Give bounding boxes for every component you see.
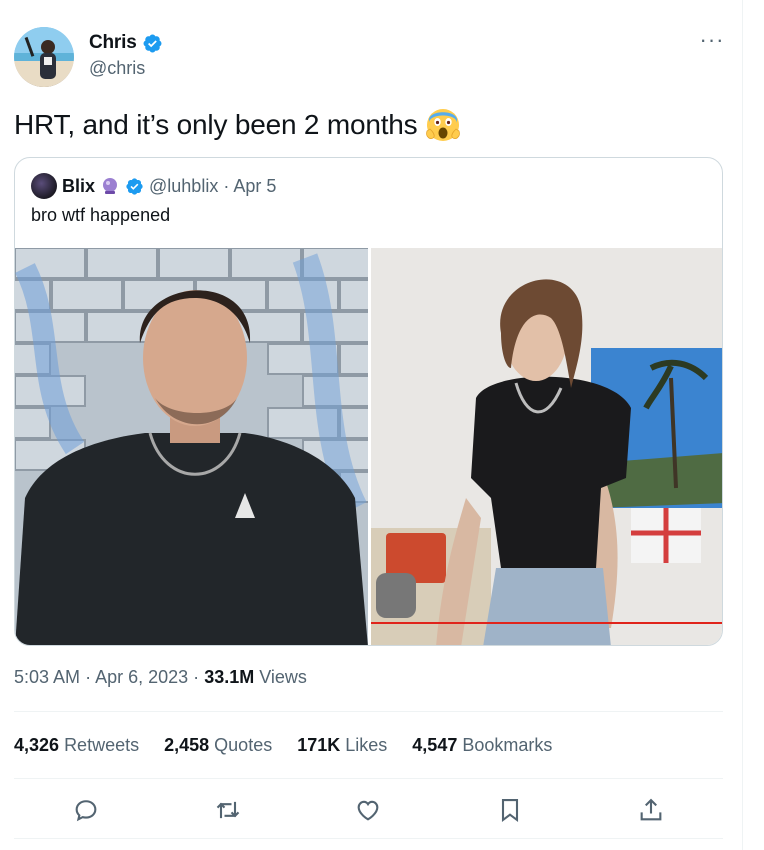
like-icon[interactable] <box>354 796 382 824</box>
views-label: Views <box>259 667 307 687</box>
divider-top <box>14 711 723 712</box>
quoted-handle: @luhblix <box>149 175 219 196</box>
retweet-icon[interactable] <box>214 796 242 824</box>
quoted-avatar <box>31 173 57 199</box>
crystal-ball-icon <box>103 178 118 194</box>
divider-bottom <box>14 838 723 839</box>
quoted-verified-badge-icon <box>126 177 143 195</box>
quoted-photo-right[interactable] <box>371 248 722 645</box>
action-bar <box>14 788 723 832</box>
divider-middle <box>14 778 723 779</box>
quoted-date: · Apr 5 <box>223 175 277 196</box>
quoted-tweet-card[interactable]: Blix @luhblix · Apr 5 bro wtf happened <box>14 157 723 646</box>
more-options-icon[interactable]: ··· <box>699 29 725 54</box>
stat-bookmarks[interactable]: 4,547 Bookmarks <box>412 735 552 756</box>
tweet-date[interactable]: Apr 6, 2023 <box>95 667 188 687</box>
stat-likes[interactable]: 171K Likes <box>297 735 387 756</box>
bookmark-icon[interactable] <box>496 796 524 824</box>
column-border <box>742 0 743 850</box>
author-handle[interactable]: @chris <box>89 58 145 79</box>
screaming-face-emoji-icon <box>426 109 461 141</box>
author-display-name[interactable]: Chris <box>89 32 137 54</box>
meta-separator: · <box>193 667 200 687</box>
author-avatar[interactable] <box>14 27 74 87</box>
verified-badge-icon <box>143 34 162 52</box>
tweet-body: HRT, and it’s only been 2 months <box>14 109 418 140</box>
quoted-text: bro wtf happened <box>31 205 171 225</box>
tweet-time[interactable]: 5:03 AM <box>14 667 80 687</box>
tweet-meta: 5:03 AM · Apr 6, 2023 · 33.1M Views <box>14 667 307 688</box>
author-name-row[interactable]: Chris <box>89 32 163 54</box>
views-count: 33.1M <box>204 667 255 687</box>
quoted-header: Blix @luhblix · Apr 5 <box>31 173 276 199</box>
meta-separator: · <box>85 667 92 687</box>
stat-quotes[interactable]: 2,458 Quotes <box>164 735 272 756</box>
reply-icon[interactable] <box>72 796 100 824</box>
engagement-stats: 4,326 Retweets 2,458 Quotes 171K Likes 4… <box>14 735 552 756</box>
stat-retweets[interactable]: 4,326 Retweets <box>14 735 139 756</box>
share-icon[interactable] <box>637 796 665 824</box>
tweet-text: HRT, and it’s only been 2 months <box>14 106 461 144</box>
quoted-photo-left[interactable] <box>15 248 368 645</box>
quoted-display-name: Blix <box>62 175 96 196</box>
